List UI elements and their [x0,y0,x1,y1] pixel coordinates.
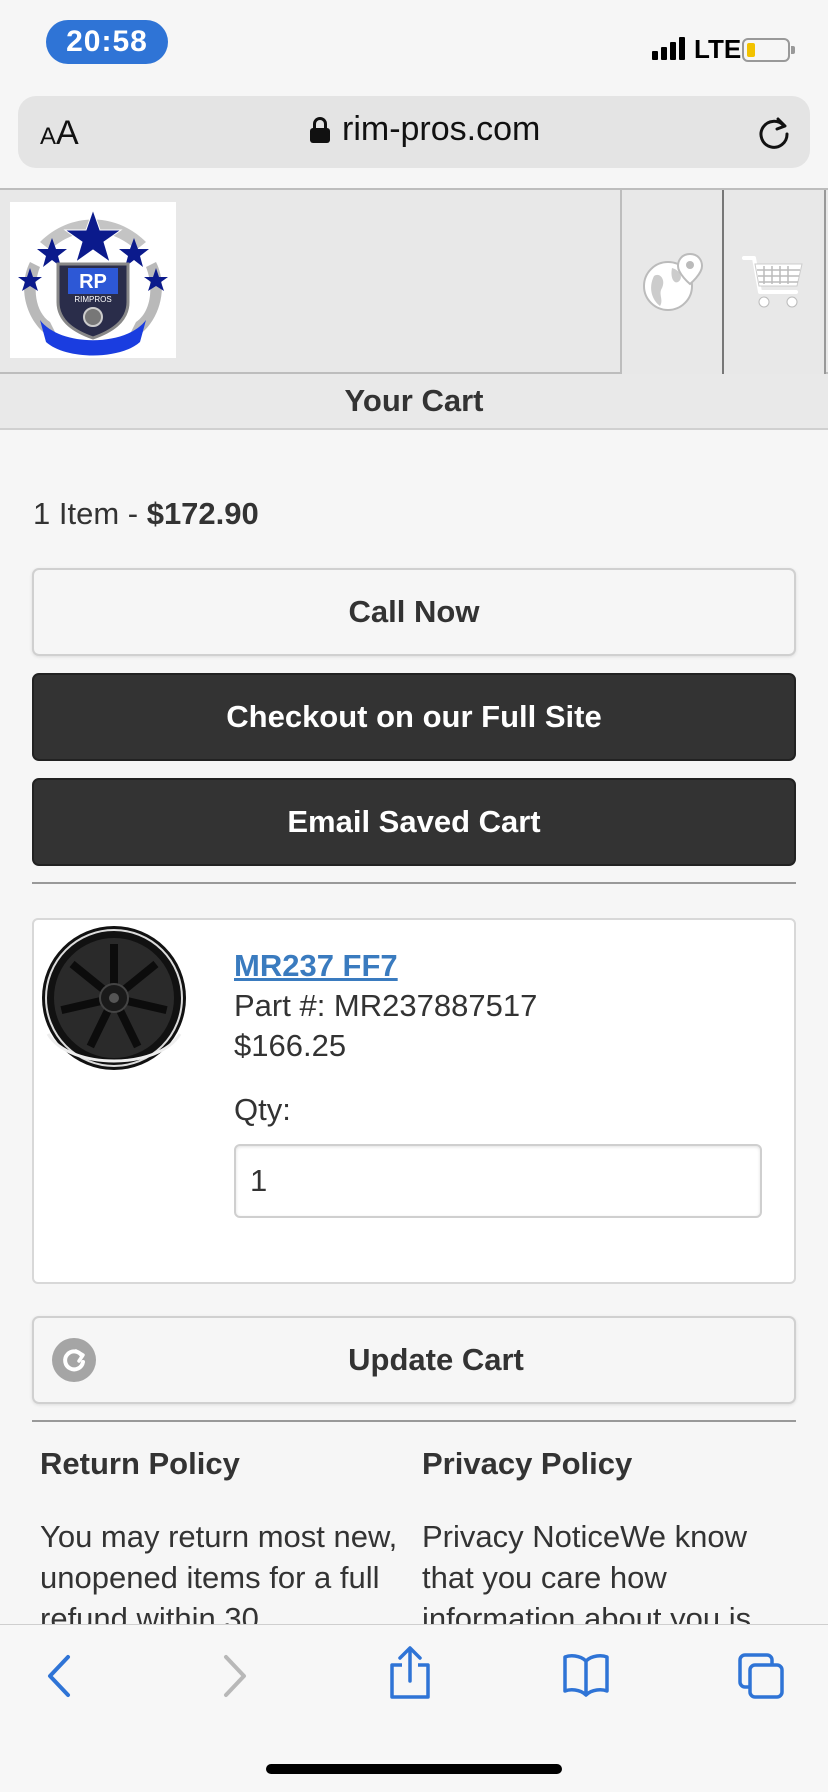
item-name-link[interactable]: MR237 FF7 [234,948,398,984]
battery-icon [742,38,795,62]
divider [32,882,796,884]
store-locator-button[interactable] [620,190,724,374]
status-time[interactable]: 20:58 [46,20,168,64]
cart-total: $172.90 [146,496,259,531]
status-bar: 20:58 LTE [0,0,828,88]
signal-icon [652,36,685,60]
bookmarks-icon[interactable] [562,1651,610,1697]
lock-icon [310,116,330,143]
site-header: RP RIMPROS [0,188,828,374]
cart-item-card: MR237 FF7 Part #: MR237887517 $166.25 Qt… [32,918,796,1284]
network-label: LTE [694,34,742,64]
tabs-icon[interactable] [736,1651,786,1701]
return-policy-text: You may return most new, unopened items … [40,1519,398,1636]
checkout-button[interactable]: Checkout on our Full Site [32,673,796,761]
cart-item-count: 1 Item - [33,496,147,531]
text-size-button[interactable]: AA [40,114,79,153]
forward-icon[interactable] [220,1651,250,1701]
divider [32,1420,796,1422]
update-cart-button[interactable]: Update Cart [32,1316,796,1404]
qty-input[interactable] [234,1144,762,1218]
wheel-product-image[interactable] [40,924,190,1072]
cart-button[interactable] [722,190,826,374]
address-bar[interactable]: AA rim-pros.com [18,96,810,168]
reload-icon[interactable] [756,114,792,150]
item-part-number: Part #: MR237887517 [234,988,538,1023]
site-logo[interactable]: RP RIMPROS [10,202,176,358]
cart-summary: 1 Item - $172.90 [33,496,259,532]
item-price: $166.25 [234,1028,347,1063]
qty-label: Qty: [234,1092,291,1127]
privacy-policy-title[interactable]: Privacy Policy [422,1446,782,1482]
page-title: Your Cart [344,383,484,418]
shopping-cart-icon [742,256,803,308]
page-title-bar: Your Cart [0,374,828,430]
privacy-policy-text: Privacy NoticeWe know that you care how … [422,1519,752,1636]
logo-letters: RP [79,271,107,293]
return-policy: Return Policy You may return most new, u… [40,1446,400,1639]
home-indicator[interactable] [266,1764,562,1774]
email-saved-cart-button[interactable]: Email Saved Cart [32,778,796,866]
return-policy-title[interactable]: Return Policy [40,1446,400,1482]
share-icon[interactable] [388,1645,432,1701]
globe-pin-icon [643,252,704,311]
url-text[interactable]: rim-pros.com [342,110,540,149]
refresh-icon [52,1338,96,1382]
privacy-policy: Privacy Policy Privacy NoticeWe know tha… [422,1446,782,1639]
call-now-button[interactable]: Call Now [32,568,796,656]
back-icon[interactable] [44,1651,74,1701]
update-cart-label: Update Cart [348,1342,524,1377]
logo-subtext: RIMPROS [74,295,111,304]
